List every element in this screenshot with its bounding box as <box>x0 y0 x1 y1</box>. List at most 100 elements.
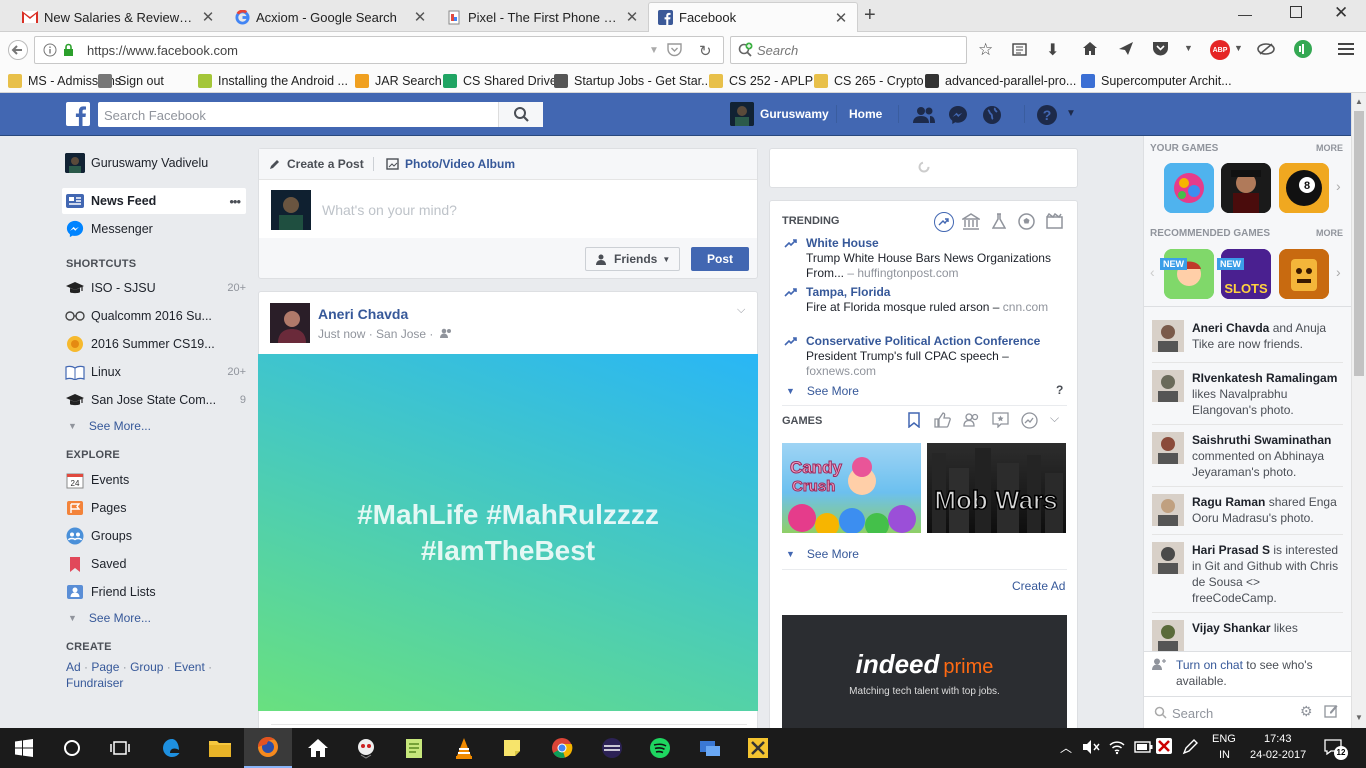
language-code[interactable]: ENG <box>1212 733 1236 745</box>
send-icon[interactable] <box>1118 41 1134 56</box>
create-ad-link[interactable]: Ad <box>66 660 81 674</box>
ticker-actor[interactable]: Hari Prasad S <box>1192 543 1270 557</box>
notepad-plus-icon[interactable] <box>390 728 438 768</box>
bookmark-item[interactable]: CS Shared Drive <box>443 72 557 89</box>
scroll-up-arrow-icon[interactable]: ▲ <box>1355 97 1363 106</box>
battery-icon[interactable] <box>1134 739 1154 755</box>
close-tab-icon[interactable]: ✕ <box>624 8 640 26</box>
bookmark-item[interactable]: Supercomputer Archit... <box>1081 72 1232 89</box>
app-taskbar-icon[interactable] <box>342 728 390 768</box>
entertainment-icon[interactable] <box>1046 213 1063 229</box>
create-event-link[interactable]: Event <box>174 660 205 674</box>
pocket-icon[interactable] <box>667 43 682 57</box>
featured-filter-icon[interactable] <box>992 412 1009 428</box>
eclipse-icon[interactable] <box>588 728 636 768</box>
wifi-icon[interactable] <box>1108 739 1126 755</box>
menu-dropdown-icon[interactable]: ▼ <box>1184 43 1193 53</box>
trending-topic[interactable]: Conservative Political Action Conference <box>806 334 1067 349</box>
news-feed-options-icon[interactable]: ••• <box>229 194 241 209</box>
pen-icon[interactable] <box>1182 739 1198 755</box>
scroll-down-arrow-icon[interactable]: ▼ <box>1355 713 1363 722</box>
pocket-toolbar-icon[interactable] <box>1152 41 1169 56</box>
game-tile-mob-wars[interactable]: Mob Wars <box>927 443 1066 533</box>
facebook-search-input[interactable]: Search Facebook <box>98 102 543 127</box>
avatar[interactable] <box>270 303 310 343</box>
sidebar-item-news-feed[interactable]: News Feed ••• <box>62 188 246 214</box>
profile-nav-item[interactable]: Guruswamy Vadivelu <box>62 150 246 176</box>
close-tab-icon[interactable]: ✕ <box>833 9 849 27</box>
home-taskbar-icon[interactable] <box>294 728 342 768</box>
games-see-more-link[interactable]: ▼ See More <box>786 547 859 561</box>
trending-top-icon[interactable] <box>934 212 954 232</box>
hamburger-menu-icon[interactable] <box>1338 42 1354 56</box>
language-region[interactable]: IN <box>1219 749 1230 761</box>
ticker-actor[interactable]: Ragu Raman <box>1192 495 1265 509</box>
info-icon[interactable] <box>43 43 57 57</box>
chat-settings-gear-icon[interactable]: ⚙ <box>1300 703 1313 720</box>
tab-create-post[interactable]: Create a Post <box>287 157 364 171</box>
minimize-window-button[interactable]: — <box>1238 6 1252 22</box>
home-link[interactable]: Home <box>849 107 882 121</box>
new-message-icon[interactable] <box>1324 704 1338 718</box>
friend-requests-icon[interactable] <box>912 106 936 124</box>
app2-taskbar-icon[interactable] <box>734 728 782 768</box>
ticker-actor[interactable]: Aneri Chavda <box>1192 321 1269 335</box>
post-button[interactable]: Post <box>691 247 749 271</box>
shortcuts-see-more-link[interactable]: ▼ See More... <box>68 419 151 433</box>
account-dropdown-icon[interactable]: ▼ <box>1066 108 1076 119</box>
trending-item[interactable]: Conservative Political Action Conference… <box>782 334 1067 379</box>
bookmark-item[interactable]: CS 265 - Crypto <box>814 72 924 89</box>
star-icon[interactable]: ☆ <box>978 40 993 60</box>
help-icon[interactable]: ? <box>1037 105 1057 125</box>
sidebar-item-explore[interactable]: Friend Lists <box>62 579 246 605</box>
create-page-link[interactable]: Page <box>91 660 119 674</box>
trending-help-icon[interactable]: ? <box>1056 383 1063 397</box>
trending-item[interactable]: Tampa, Florida Fire at Florida mosque rul… <box>782 285 1067 315</box>
ticker-actor[interactable]: RIvenkatesh Ramalingam <box>1192 371 1337 385</box>
close-tab-icon[interactable]: ✕ <box>200 8 216 26</box>
composer-body[interactable]: What's on your mind? <box>259 180 757 238</box>
sidebar-item-messenger[interactable]: Messenger <box>62 216 246 242</box>
file-explorer-icon[interactable] <box>196 728 244 768</box>
sidebar-item-shortcut[interactable]: ISO - SJSU 20+ <box>62 275 246 301</box>
scrollbar-thumb[interactable] <box>1354 111 1364 376</box>
vlc-icon[interactable] <box>440 728 488 768</box>
friends-filter-icon[interactable] <box>963 413 980 427</box>
more-filters-chevron-icon[interactable]: ⌵ <box>1050 411 1059 426</box>
bookmark-item[interactable]: CS 252 - APLP <box>709 72 813 89</box>
reload-icon[interactable]: ↻ <box>699 42 712 60</box>
close-tab-icon[interactable]: ✕ <box>412 8 428 26</box>
bookmark-item[interactable]: advanced-parallel-pro... <box>925 72 1076 89</box>
messenger-header-icon[interactable] <box>948 105 968 125</box>
clock-time[interactable]: 17:43 <box>1264 733 1292 745</box>
download-icon[interactable]: ⬇ <box>1046 40 1059 60</box>
close-window-button[interactable]: ✕ <box>1334 3 1348 23</box>
create-fundraiser-link[interactable]: Fundraiser <box>66 676 123 690</box>
task-view-icon[interactable] <box>96 728 144 768</box>
sidebar-item-shortcut[interactable]: San Jose State Com... 9 <box>62 387 246 413</box>
ticker-actor[interactable]: Saishruthi Swaminathan <box>1192 433 1331 447</box>
science-icon[interactable] <box>992 213 1006 230</box>
bookmark-item[interactable]: Sign out <box>98 72 164 89</box>
tab-photo-album[interactable]: Photo/Video Album <box>405 157 515 171</box>
explore-see-more-link[interactable]: ▼ See More... <box>68 611 151 625</box>
game-tile-candy-crush[interactable]: Candy Crush <box>782 443 921 533</box>
sidebar-item-shortcut[interactable]: 2016 Summer CS19... <box>62 331 246 357</box>
audience-friends-icon[interactable] <box>440 328 452 338</box>
adblock-dropdown-icon[interactable]: ▼ <box>1234 43 1243 53</box>
sports-icon[interactable] <box>1018 213 1035 230</box>
remote-desktop-icon[interactable] <box>686 728 734 768</box>
sidebar-item-explore[interactable]: Saved <box>62 551 246 577</box>
sidebar-item-shortcut[interactable]: Linux 20+ <box>62 359 246 385</box>
post-author[interactable]: Aneri Chavda <box>318 306 408 322</box>
trending-topic[interactable]: Tampa, Florida <box>806 285 1067 300</box>
browser-search-box[interactable]: Search <box>730 36 967 64</box>
tray-expand-chevron-icon[interactable]: ︿ <box>1060 739 1072 756</box>
browser-tab-facebook[interactable]: Facebook ✕ <box>648 2 858 32</box>
sticky-notes-icon[interactable] <box>488 728 536 768</box>
turn-on-chat-link[interactable]: Turn on chat <box>1176 658 1243 672</box>
trending-filter-icon[interactable] <box>1021 412 1038 429</box>
like-filter-icon[interactable] <box>934 412 951 428</box>
reading-list-icon[interactable] <box>1012 42 1027 57</box>
profile-name[interactable]: Guruswamy Vadivelu <box>91 156 208 170</box>
